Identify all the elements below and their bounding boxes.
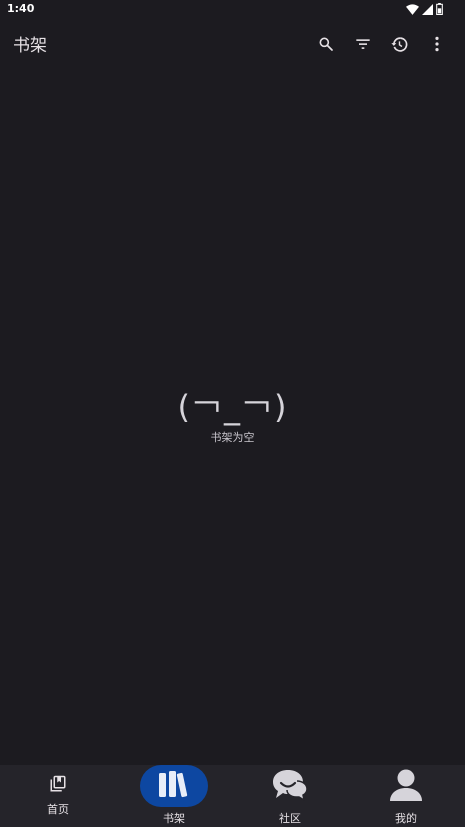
nav-label-mine: 我的 xyxy=(395,812,417,825)
search-button[interactable] xyxy=(307,31,344,57)
signal-icon xyxy=(422,3,433,15)
history-icon xyxy=(391,36,408,53)
bookshelf-screen: 1:40 书架 (￢_￢) 书架为空 首页 书架 社区 我的 xyxy=(0,0,465,827)
battery-icon xyxy=(436,3,443,15)
bottom-navigation: 首页 书架 社区 我的 xyxy=(0,765,465,827)
status-time: 1:40 xyxy=(7,2,35,15)
app-bar-actions xyxy=(307,31,455,57)
more-options-button[interactable] xyxy=(418,31,455,57)
nav-item-mine[interactable]: 我的 xyxy=(348,765,464,827)
top-app-bar: 书架 xyxy=(0,22,465,66)
nav-item-home[interactable]: 首页 xyxy=(0,765,116,827)
page-title: 书架 xyxy=(13,36,47,56)
bookshelf-icon xyxy=(156,769,192,803)
wifi-icon xyxy=(406,3,419,15)
history-button[interactable] xyxy=(381,31,418,57)
filter-button[interactable] xyxy=(344,31,381,57)
community-chat-icon xyxy=(271,768,309,806)
nav-label-home: 首页 xyxy=(47,803,69,816)
selected-indicator xyxy=(140,765,208,807)
search-icon xyxy=(318,36,334,52)
status-icons xyxy=(406,3,443,15)
empty-face-emoticon: (￢_￢) xyxy=(177,388,288,426)
empty-message: 书架为空 xyxy=(210,431,255,444)
empty-state: (￢_￢) 书架为空 xyxy=(0,385,465,445)
filter-icon xyxy=(355,37,371,51)
home-books-icon xyxy=(49,775,67,797)
nav-label-bookshelf: 书架 xyxy=(163,812,185,825)
person-icon xyxy=(388,768,424,806)
nav-item-bookshelf[interactable]: 书架 xyxy=(116,765,232,827)
nav-item-community[interactable]: 社区 xyxy=(232,765,348,827)
status-bar: 1:40 xyxy=(0,0,465,20)
more-vert-icon xyxy=(434,36,440,52)
nav-label-community: 社区 xyxy=(279,812,301,825)
